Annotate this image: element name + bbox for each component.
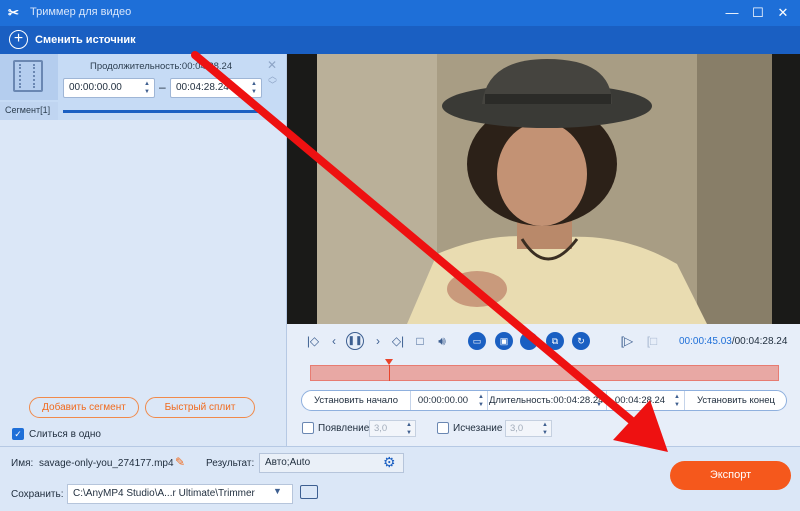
- result-value: Авто;Auto: [265, 457, 311, 468]
- scissors-icon: ✂: [8, 5, 19, 20]
- fade-out-label: Исчезание: [453, 423, 503, 434]
- time-display: 00:00:45.03/00:04:28.24: [679, 336, 787, 347]
- go-to-start-icon[interactable]: |◇: [304, 332, 322, 350]
- fade-in-checkbox[interactable]: [302, 422, 314, 434]
- segment-end-input[interactable]: 00:04:28.24 ▲ ▼: [170, 78, 262, 98]
- segment-start-stepper[interactable]: ▲ ▼: [142, 80, 152, 96]
- snapshot-icon[interactable]: ▣: [495, 332, 513, 350]
- segment-card[interactable]: Сегмент[1] Продолжительность:00:04:28.24…: [0, 54, 286, 120]
- fast-split-button[interactable]: Быстрый сплит: [145, 397, 255, 418]
- save-label: Сохранить:: [11, 489, 64, 500]
- rotate-icon[interactable]: ↻: [572, 332, 590, 350]
- mark-out-icon[interactable]: [□: [643, 332, 661, 350]
- fade-in-stepper[interactable]: ▲ ▼: [404, 421, 414, 437]
- film-icon: [13, 60, 43, 92]
- fade-in-label: Появление: [318, 423, 370, 434]
- close-button[interactable]: ✕: [773, 3, 793, 23]
- fade-in-input[interactable]: 3,0 ▲ ▼: [369, 420, 416, 437]
- trim-end-stepper[interactable]: ▲ ▼: [672, 393, 682, 409]
- go-to-end-icon[interactable]: ◇|: [389, 332, 407, 350]
- title-bar: ✂ Триммер для видео — ☐ ✕: [0, 0, 800, 26]
- video-frame: [317, 54, 772, 324]
- export-button[interactable]: Экспорт: [670, 461, 791, 490]
- fade-out-value: 3,0: [510, 423, 524, 434]
- trim-start-value[interactable]: 00:00:00.00: [411, 391, 475, 410]
- previous-frame-icon[interactable]: ‹: [325, 332, 343, 350]
- maximize-button[interactable]: ☐: [748, 3, 768, 23]
- video-frame-image: [317, 54, 772, 324]
- pencil-icon[interactable]: ✎: [175, 455, 185, 469]
- name-label: Имя:: [11, 458, 34, 469]
- save-path-value: C:\AnyMP4 Studio\A...r Ultimate\Trimmer: [73, 488, 255, 499]
- chevron-down-icon[interactable]: ▼: [273, 486, 282, 496]
- circle-toggle-icon[interactable]: [520, 332, 538, 350]
- segment-range-bar: [63, 110, 258, 113]
- remove-segment-icon[interactable]: ✕: [267, 58, 277, 72]
- segment-tab-label: Сегмент[1]: [0, 102, 58, 120]
- trim-end-value[interactable]: 00:04:28.24: [608, 391, 672, 410]
- timeline-track[interactable]: [310, 365, 779, 381]
- file-name: savage-only-you_274177.mp4: [39, 458, 174, 469]
- divider: [606, 391, 607, 410]
- fade-in-value: 3,0: [374, 423, 388, 434]
- save-path-field[interactable]: C:\AnyMP4 Studio\A...r Ultimate\Trimmer: [67, 484, 293, 504]
- folder-icon[interactable]: [300, 485, 318, 499]
- volume-icon[interactable]: 🔊︎: [433, 332, 451, 350]
- mark-in-icon[interactable]: [▷: [618, 332, 636, 350]
- trim-duration-stepper[interactable]: ▲ ▼: [594, 393, 604, 409]
- current-time: 00:00:45.03: [679, 336, 732, 347]
- video-preview[interactable]: [287, 54, 800, 324]
- fade-out-checkbox[interactable]: [437, 422, 449, 434]
- result-label: Результат:: [206, 458, 255, 469]
- divider: [487, 391, 488, 410]
- total-time: /00:04:28.24: [731, 336, 788, 347]
- segment-start-value: 00:00:00.00: [69, 82, 122, 93]
- set-start-button[interactable]: Установить начало: [303, 391, 409, 410]
- segment-start-input[interactable]: 00:00:00.00 ▲ ▼: [63, 78, 155, 98]
- set-end-button[interactable]: Установить конец: [686, 391, 786, 410]
- toolbar: + Сменить источник: [0, 26, 800, 54]
- crop-icon[interactable]: ▭: [468, 332, 486, 350]
- merge-checkbox[interactable]: ✓: [12, 428, 24, 440]
- pause-icon[interactable]: ❚❚: [346, 332, 364, 350]
- segment-thumbnail: [0, 54, 58, 100]
- segment-end-stepper[interactable]: ▲ ▼: [249, 80, 259, 96]
- next-frame-icon[interactable]: ›: [369, 332, 387, 350]
- minimize-button[interactable]: —: [722, 3, 742, 23]
- playhead-line: [388, 365, 390, 381]
- segment-duration-label: Продолжительность:00:04:28.24: [90, 61, 233, 72]
- fade-out-input[interactable]: 3,0 ▲ ▼: [505, 420, 552, 437]
- time-separator: –: [159, 80, 166, 94]
- plus-circle-icon[interactable]: +: [9, 30, 28, 49]
- segment-panel: Сегмент[1] Продолжительность:00:04:28.24…: [0, 54, 287, 446]
- window-title: Триммер для видео: [30, 6, 132, 18]
- merge-label: Слиться в одно: [29, 429, 101, 440]
- copy-icon[interactable]: ⧉: [546, 332, 564, 350]
- chevron-up-down-icon[interactable]: ︿ ﹀: [268, 72, 277, 90]
- divider: [684, 391, 685, 410]
- fade-out-stepper[interactable]: ▲ ▼: [540, 421, 550, 437]
- gear-icon[interactable]: ⚙: [383, 454, 396, 471]
- change-source-button[interactable]: Сменить источник: [35, 34, 136, 46]
- segment-end-value: 00:04:28.24: [176, 82, 229, 93]
- add-segment-button[interactable]: Добавить сегмент: [29, 397, 139, 418]
- trim-start-stepper[interactable]: ▲ ▼: [476, 393, 486, 409]
- trim-duration[interactable]: Длительность:00:04:28.24: [489, 391, 603, 410]
- stop-icon[interactable]: □: [411, 332, 429, 350]
